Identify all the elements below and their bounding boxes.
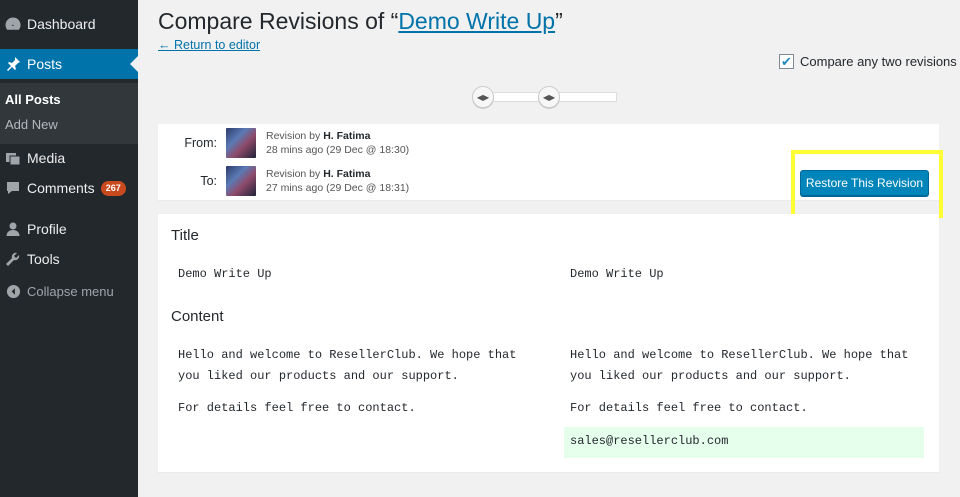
slider-handle-from[interactable]: ◀▶ bbox=[472, 86, 494, 108]
sidebar-item-profile[interactable]: Profile bbox=[0, 214, 138, 244]
diff-left-line-2: you liked our products and our support. bbox=[178, 369, 459, 383]
collapse-menu-button[interactable]: Collapse menu bbox=[0, 276, 138, 306]
wrench-icon bbox=[0, 251, 26, 267]
submenu-all-posts[interactable]: All Posts bbox=[5, 92, 61, 107]
dashboard-icon bbox=[0, 16, 26, 32]
pin-icon bbox=[0, 56, 26, 72]
admin-sidebar: Dashboard Posts All Posts Add New Media … bbox=[0, 0, 138, 497]
diff-title-heading: Title bbox=[171, 227, 199, 244]
diff-added-line: sales@resellerclub.com bbox=[570, 434, 729, 448]
arrows-icon: ◀▶ bbox=[542, 92, 556, 102]
avatar bbox=[226, 166, 256, 196]
diff-right-line-2: you liked our products and our support. bbox=[570, 369, 851, 383]
avatar bbox=[226, 128, 256, 158]
diff-right-line-3: For details feel free to contact. bbox=[570, 401, 808, 415]
sidebar-item-label: Comments bbox=[27, 180, 95, 196]
page-title: Compare Revisions of “Demo Write Up” bbox=[158, 8, 563, 35]
comment-icon bbox=[0, 180, 26, 196]
return-to-editor-link[interactable]: ← Return to editor bbox=[158, 38, 260, 52]
sidebar-item-label: Profile bbox=[27, 221, 67, 237]
sidebar-item-label: Posts bbox=[27, 56, 63, 72]
revision-by-prefix: Revision by bbox=[266, 130, 321, 142]
title-prefix: Compare Revisions of “ bbox=[158, 8, 399, 34]
diff-left-line-1: Hello and welcome to ResellerClub. We ho… bbox=[178, 348, 517, 362]
posts-submenu: All Posts Add New bbox=[0, 83, 138, 144]
compare-any-toggle[interactable]: ✔ Compare any two revisions bbox=[779, 54, 957, 69]
revision-time: 28 mins ago (29 Dec @ 18:30) bbox=[266, 144, 410, 156]
compare-any-checkbox[interactable]: ✔ bbox=[779, 54, 794, 69]
revision-from-info: Revision by H. Fatima 28 mins ago (29 De… bbox=[266, 129, 409, 157]
comment-count-badge: 267 bbox=[100, 180, 126, 196]
diff-right-line-1: Hello and welcome to ResellerClub. We ho… bbox=[570, 348, 909, 362]
user-icon bbox=[0, 221, 26, 237]
sidebar-item-tools[interactable]: Tools bbox=[0, 244, 138, 274]
revision-from-row: From: Revision by H. Fatima 28 mins ago … bbox=[158, 128, 409, 158]
sidebar-item-media[interactable]: Media bbox=[0, 143, 138, 173]
revision-to-info: Revision by H. Fatima 27 mins ago (29 De… bbox=[266, 167, 409, 195]
diff-title-right: Demo Write Up bbox=[570, 267, 664, 281]
arrows-icon: ◀▶ bbox=[476, 92, 490, 102]
submenu-add-new[interactable]: Add New bbox=[5, 117, 58, 132]
diff-content-heading: Content bbox=[171, 308, 224, 325]
collapse-icon bbox=[0, 284, 26, 299]
from-label: From: bbox=[184, 136, 217, 150]
sidebar-item-label: Collapse menu bbox=[27, 283, 114, 299]
revision-author: H. Fatima bbox=[323, 130, 371, 142]
post-title-link[interactable]: Demo Write Up bbox=[398, 8, 555, 34]
sidebar-item-label: Media bbox=[27, 150, 66, 166]
media-icon bbox=[0, 150, 26, 166]
revision-author: H. Fatima bbox=[323, 168, 371, 180]
highlight-annotation bbox=[791, 150, 943, 218]
compare-any-label: Compare any two revisions bbox=[800, 54, 957, 69]
to-label: To: bbox=[200, 174, 217, 188]
sidebar-item-label: Tools bbox=[27, 251, 60, 267]
revision-to-row: To: Revision by H. Fatima 27 mins ago (2… bbox=[158, 166, 409, 196]
sidebar-item-dashboard[interactable]: Dashboard bbox=[0, 9, 138, 39]
sidebar-item-label: Dashboard bbox=[27, 16, 96, 32]
title-suffix: ” bbox=[555, 8, 563, 34]
sidebar-item-comments[interactable]: Comments 267 bbox=[0, 173, 138, 203]
revision-by-prefix: Revision by bbox=[266, 168, 321, 180]
diff-left-line-3: For details feel free to contact. bbox=[178, 401, 416, 415]
sidebar-item-posts[interactable]: Posts bbox=[0, 49, 138, 79]
revision-time: 27 mins ago (29 Dec @ 18:31) bbox=[266, 182, 410, 194]
slider-handle-to[interactable]: ◀▶ bbox=[538, 86, 560, 108]
diff-title-left: Demo Write Up bbox=[178, 267, 272, 281]
